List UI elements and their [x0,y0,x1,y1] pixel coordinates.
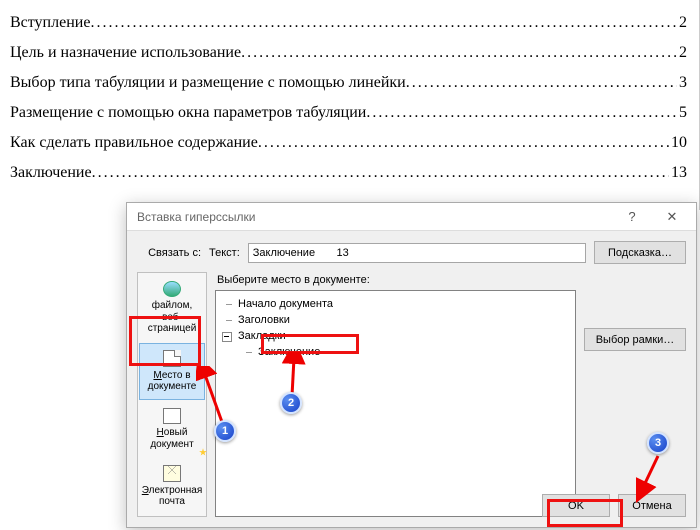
cancel-button[interactable]: Отмена [618,494,686,517]
close-button[interactable]: ✕ [652,204,692,230]
help-button[interactable]: ? [612,204,652,230]
toc-page: 2 [677,14,687,32]
link-category-panel: файлом, веб-страницей Место в документе … [137,272,207,517]
text-row: Связать с: Текст: Подсказка… [127,231,696,272]
tree-node-headings[interactable]: Заголовки [222,313,569,329]
dialog-body: файлом, веб-страницей Место в документе … [127,272,696,527]
toc-page: 5 [677,104,687,122]
hyperlink-dialog: Вставка гиперссылки ? ✕ Связать с: Текст… [126,202,697,528]
display-text-input[interactable] [248,243,586,263]
toc-row: Цель и назначение использование 2 [10,44,687,62]
globe-icon [163,281,181,297]
new-doc-icon [163,408,181,425]
mail-icon [163,465,181,482]
annotation-badge-3: 3 [647,432,669,454]
category-label: файлом, веб-страницей [142,300,202,335]
toc-page: 2 [677,44,687,62]
toc-title: Размещение с помощью окна параметров таб… [10,104,366,122]
toc-leader [90,14,677,32]
toc-page: 10 [669,134,687,152]
tree-node-bookmark-item[interactable]: Заключение [222,345,569,361]
toc-row: Как сделать правильное содержание 10 [10,134,687,152]
toc-page: 13 [669,164,687,182]
toc-leader [241,44,677,62]
category-email[interactable]: Электронная почта [139,458,205,515]
toc: Вступление 2 Цель и назначение использов… [0,0,700,210]
toc-leader [92,164,669,182]
toc-row: Размещение с помощью окна параметров таб… [10,104,687,122]
toc-title: Выбор типа табуляции и размещение с помо… [10,74,406,92]
right-column: Выбор рамки… [584,272,686,517]
dialog-titlebar[interactable]: Вставка гиперссылки ? ✕ [127,203,696,231]
toc-row: Выбор типа табуляции и размещение с помо… [10,74,687,92]
select-place-label: Выберите место в документе: [217,274,576,286]
tree-node-bookmarks[interactable]: Закладки [222,329,569,345]
link-with-label: Связать с: [137,247,201,259]
dialog-footer: OK Отмена [542,494,686,517]
center-area: Выберите место в документе: Начало докум… [215,272,576,517]
document-places-tree[interactable]: Начало документа Заголовки Закладки Закл… [215,290,576,517]
toc-row: Вступление 2 [10,14,687,32]
toc-page: 3 [677,74,687,92]
category-label: Место в документе [142,370,202,393]
ok-button[interactable]: OK [542,494,610,517]
category-file-web[interactable]: файлом, веб-страницей [139,274,205,342]
tree-node-start[interactable]: Начало документа [222,297,569,313]
toc-title: Цель и назначение использование [10,44,241,62]
toc-leader [258,134,669,152]
dialog-title: Вставка гиперссылки [137,210,612,224]
category-label: Электронная почта [142,485,202,508]
toc-leader [366,104,677,122]
toc-title: Как сделать правильное содержание [10,134,258,152]
annotation-badge-2: 2 [280,392,302,414]
toc-leader [406,74,677,92]
annotation-badge-1: 1 [214,420,236,442]
category-place-in-document[interactable]: Место в документе [139,343,205,400]
hint-button[interactable]: Подсказка… [594,241,686,264]
toc-row: Заключение 13 [10,164,687,182]
page-target-icon [163,350,181,367]
toc-title: Заключение [10,164,92,182]
category-label: Новый документ [142,427,202,450]
category-new-document[interactable]: Новый документ [139,401,205,458]
frame-select-button[interactable]: Выбор рамки… [584,328,686,351]
toc-title: Вступление [10,14,90,32]
text-label: Текст: [209,247,240,259]
